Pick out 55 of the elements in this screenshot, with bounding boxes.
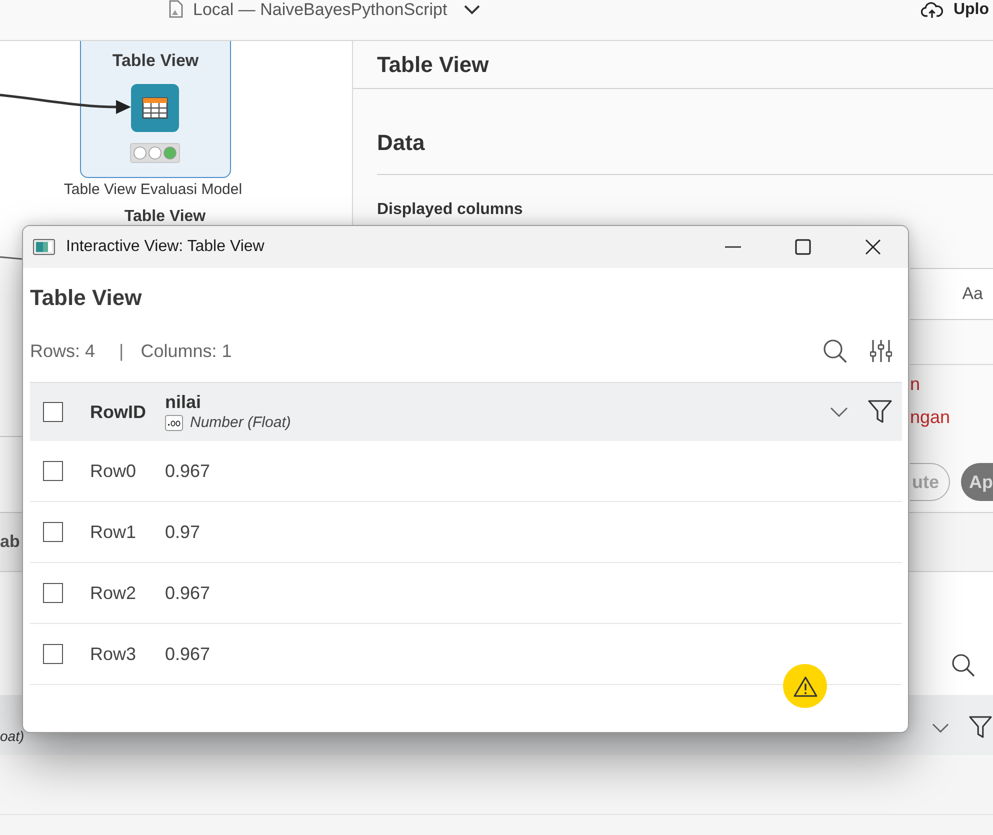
filter-icon[interactable] bbox=[969, 716, 992, 739]
search-field[interactable]: Aa bbox=[910, 268, 993, 320]
close-icon bbox=[865, 239, 881, 255]
row-id-cell-text: Row0 bbox=[90, 460, 138, 482]
field-label: Displayed columns bbox=[377, 200, 523, 220]
decimal-type-icon bbox=[165, 415, 183, 431]
column-type: Number (Float) bbox=[190, 414, 291, 432]
workflow-title: Local — NaiveBayesPythonScript bbox=[193, 0, 448, 20]
view-title: Table View bbox=[30, 285, 142, 311]
window-title: Interactive View: Table View bbox=[66, 238, 264, 256]
connector-line bbox=[0, 255, 22, 261]
node-title: Table View bbox=[123, 207, 207, 227]
value-cell: 0.967 bbox=[165, 582, 210, 604]
chevron-down-icon[interactable] bbox=[464, 5, 480, 15]
column-type: oat) bbox=[0, 727, 24, 745]
row-id-cell-text: Row3 bbox=[90, 644, 138, 664]
section-title: Data bbox=[377, 130, 425, 155]
row-checkbox[interactable] bbox=[43, 522, 63, 542]
column-header[interactable]: RowID bbox=[90, 402, 165, 422]
row-checkbox[interactable] bbox=[43, 644, 63, 664]
column-name[interactable]: nilai bbox=[165, 392, 291, 413]
maximize-icon bbox=[795, 239, 811, 255]
case-toggle[interactable]: Aa bbox=[962, 284, 993, 304]
settings-sliders-icon[interactable] bbox=[870, 340, 892, 362]
select-all-checkbox[interactable] bbox=[43, 402, 63, 422]
row-id-cell-text: Row1 bbox=[90, 522, 138, 542]
window-icon bbox=[33, 239, 55, 255]
chevron-down-icon[interactable] bbox=[932, 723, 949, 733]
upload-icon bbox=[921, 2, 944, 18]
file-icon bbox=[168, 0, 184, 18]
minimize-icon bbox=[725, 246, 741, 248]
panel-title: Table View bbox=[377, 52, 489, 78]
value-cell: 0.97 bbox=[165, 522, 200, 542]
node-title: Table View bbox=[111, 51, 200, 71]
warning-icon bbox=[792, 676, 818, 696]
error-text: n bbox=[910, 373, 920, 396]
node-card[interactable]: Table View bbox=[80, 41, 231, 178]
value-cell: 0.967 bbox=[165, 460, 210, 482]
error-text: ngan bbox=[910, 406, 950, 429]
columns-count: Columns: 1 bbox=[140, 340, 232, 362]
row-id-cell-text: Row2 bbox=[90, 582, 138, 604]
node-label: Table View Evaluasi Model bbox=[62, 180, 244, 200]
row-checkbox[interactable] bbox=[43, 461, 63, 481]
upload-button[interactable]: Uplo bbox=[921, 0, 989, 20]
count-separator: | bbox=[119, 340, 124, 362]
search-icon[interactable] bbox=[823, 339, 847, 363]
search-icon[interactable] bbox=[951, 653, 975, 677]
value-cell: 0.967 bbox=[165, 644, 210, 664]
status-lights-icon bbox=[130, 143, 180, 163]
rows-count: Rows: 4 bbox=[30, 340, 96, 362]
table-icon[interactable] bbox=[131, 84, 179, 132]
warning-button[interactable] bbox=[783, 664, 827, 708]
output-tab[interactable]: ab bbox=[0, 532, 20, 552]
row-checkbox[interactable] bbox=[43, 583, 63, 603]
filter-icon[interactable] bbox=[868, 400, 892, 424]
